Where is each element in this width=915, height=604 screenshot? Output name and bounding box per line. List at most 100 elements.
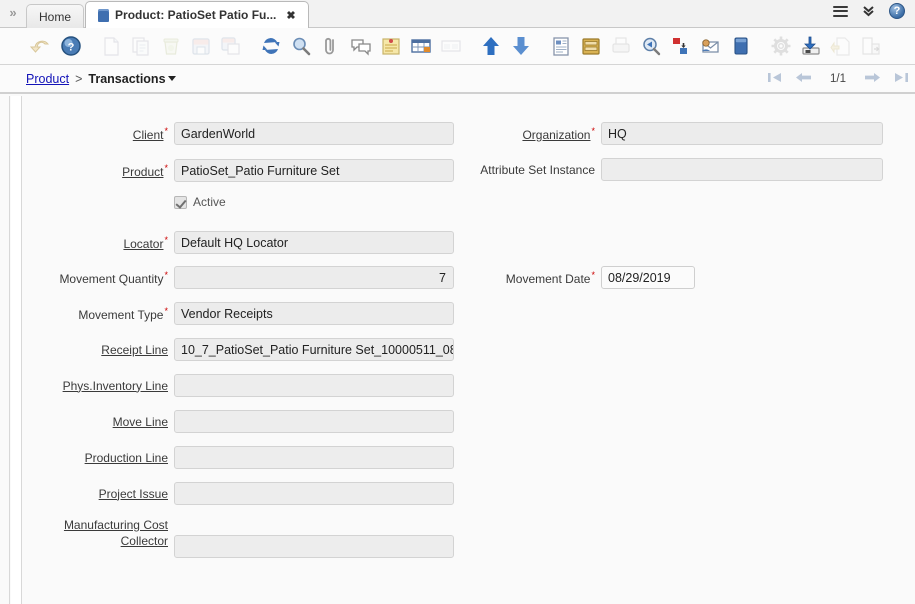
grid-toggle-button[interactable] [406, 31, 436, 61]
product-icon [98, 9, 109, 22]
locator-input[interactable]: Default HQ Locator [174, 231, 454, 254]
receipt-line-label: Receipt Line [101, 343, 168, 357]
record-form: Client* GardenWorld Product* PatioSet_Pa… [23, 96, 915, 604]
save-create-new-button[interactable] [216, 31, 246, 61]
movement-quantity-input[interactable]: 7 [174, 266, 454, 289]
exit-button[interactable] [856, 31, 886, 61]
find-button[interactable] [286, 31, 316, 61]
movement-quantity-label: Movement Quantity [59, 272, 163, 286]
import-button[interactable] [826, 31, 856, 61]
chevron-double-down-icon[interactable] [862, 5, 875, 17]
active-checkbox[interactable] [174, 196, 187, 209]
svg-text:?: ? [68, 42, 75, 54]
product-label: Product [122, 165, 163, 179]
field-row-receipt-line: Receipt Line 10_7_PatioSet_Patio Furnitu… [23, 338, 454, 361]
movement-type-label: Movement Type [78, 308, 163, 322]
attribute-set-instance-label: Attribute Set Instance [480, 163, 595, 177]
sidebar-expander-icon[interactable]: » [0, 0, 26, 27]
required-marker: * [164, 306, 168, 316]
attachment-button[interactable] [316, 31, 346, 61]
field-row-phys-inventory-line: Phys.Inventory Line [23, 374, 454, 397]
attribute-set-instance-input[interactable] [601, 158, 883, 181]
manufacturing-cost-collector-label: Manufacturing Cost [64, 518, 168, 532]
first-record-icon[interactable] [767, 71, 782, 87]
phys-inventory-line-label: Phys.Inventory Line [63, 379, 168, 393]
tab-home[interactable]: Home [26, 4, 84, 28]
tab-product-transactions[interactable]: Product: PatioSet Patio Fu... ✖ [85, 1, 309, 28]
active-workflow-button[interactable] [666, 31, 696, 61]
active-label: Active [193, 195, 226, 209]
required-marker: * [164, 270, 168, 280]
left-rail-inner [11, 96, 22, 604]
organization-label: Organization [522, 128, 590, 142]
breadcrumb-root-link[interactable]: Product [26, 72, 69, 86]
manufacturing-cost-collector-label-line2: Collector [121, 534, 168, 548]
field-row-project-issue: Project Issue [23, 482, 454, 505]
move-line-label: Move Line [113, 415, 168, 429]
chat-button[interactable] [346, 31, 376, 61]
required-marker: * [164, 235, 168, 245]
multi-row-layout-button[interactable] [436, 31, 466, 61]
move-line-input[interactable] [174, 410, 454, 433]
print-button[interactable] [606, 31, 636, 61]
parent-record-button[interactable] [476, 31, 506, 61]
zoom-across-button[interactable] [636, 31, 666, 61]
field-row-movement-quantity: Movement Quantity* 7 [23, 266, 454, 289]
field-row-active: Active [174, 195, 226, 209]
chevron-down-icon[interactable] [168, 76, 176, 81]
manufacturing-cost-collector-input[interactable] [174, 535, 454, 558]
breadcrumb-separator: > [75, 72, 82, 86]
field-row-production-line: Production Line [23, 446, 454, 469]
field-row-organization: Organization* HQ [423, 122, 883, 145]
locator-label: Locator [123, 237, 163, 251]
new-record-button[interactable] [96, 31, 126, 61]
required-marker: * [591, 270, 595, 280]
help-icon[interactable]: ? [889, 3, 905, 19]
breadcrumb: Product > Transactions 1/1 [0, 65, 915, 94]
required-marker: * [591, 126, 595, 136]
close-icon[interactable]: ✖ [286, 9, 295, 22]
save-button[interactable] [186, 31, 216, 61]
next-record-icon[interactable] [864, 71, 881, 87]
movement-date-input[interactable]: 08/29/2019 [601, 266, 695, 289]
refresh-button[interactable] [256, 31, 286, 61]
menu-icon[interactable] [833, 6, 848, 17]
product-input[interactable]: PatioSet_Patio Furniture Set [174, 159, 454, 182]
production-line-input[interactable] [174, 446, 454, 469]
field-row-product: Product* PatioSet_Patio Furniture Set [23, 159, 454, 182]
organization-input[interactable]: HQ [601, 122, 883, 145]
delete-record-button[interactable] [156, 31, 186, 61]
client-input[interactable]: GardenWorld [174, 122, 454, 145]
record-pager: 1/1 [767, 71, 915, 87]
breadcrumb-current: Transactions [88, 72, 165, 86]
required-marker: * [164, 163, 168, 173]
main-toolbar: ? [0, 28, 915, 65]
required-marker: * [164, 126, 168, 136]
client-label: Client [133, 128, 164, 142]
undo-button[interactable] [26, 31, 56, 61]
help-button[interactable]: ? [56, 31, 86, 61]
field-row-manufacturing-cost-collector: Manufacturing Cost Collector [23, 517, 454, 558]
movement-type-input[interactable]: Vendor Receipts [174, 302, 454, 325]
tab-home-label: Home [39, 10, 71, 24]
report-button[interactable] [546, 31, 576, 61]
record-position: 1/1 [825, 73, 851, 85]
last-record-icon[interactable] [894, 71, 909, 87]
application-window: » Home Product: PatioSet Patio Fu... ✖ ? [0, 0, 915, 604]
note-button[interactable] [376, 31, 406, 61]
archive-button[interactable] [576, 31, 606, 61]
phys-inventory-line-input[interactable] [174, 374, 454, 397]
field-row-movement-date: Movement Date* 08/29/2019 [423, 266, 695, 289]
receipt-line-input[interactable]: 10_7_PatioSet_Patio Furniture Set_100005… [174, 338, 454, 361]
export-button[interactable] [796, 31, 826, 61]
project-issue-input[interactable] [174, 482, 454, 505]
detail-record-button[interactable] [506, 31, 536, 61]
preference-button[interactable] [766, 31, 796, 61]
copy-record-button[interactable] [126, 31, 156, 61]
tab-bar: » Home Product: PatioSet Patio Fu... ✖ ? [0, 0, 915, 28]
tab-product-label: Product: PatioSet Patio Fu... [115, 8, 276, 22]
request-button[interactable] [696, 31, 726, 61]
previous-record-icon[interactable] [795, 71, 812, 87]
production-line-label: Production Line [85, 451, 168, 465]
product-info-button[interactable] [726, 31, 756, 61]
